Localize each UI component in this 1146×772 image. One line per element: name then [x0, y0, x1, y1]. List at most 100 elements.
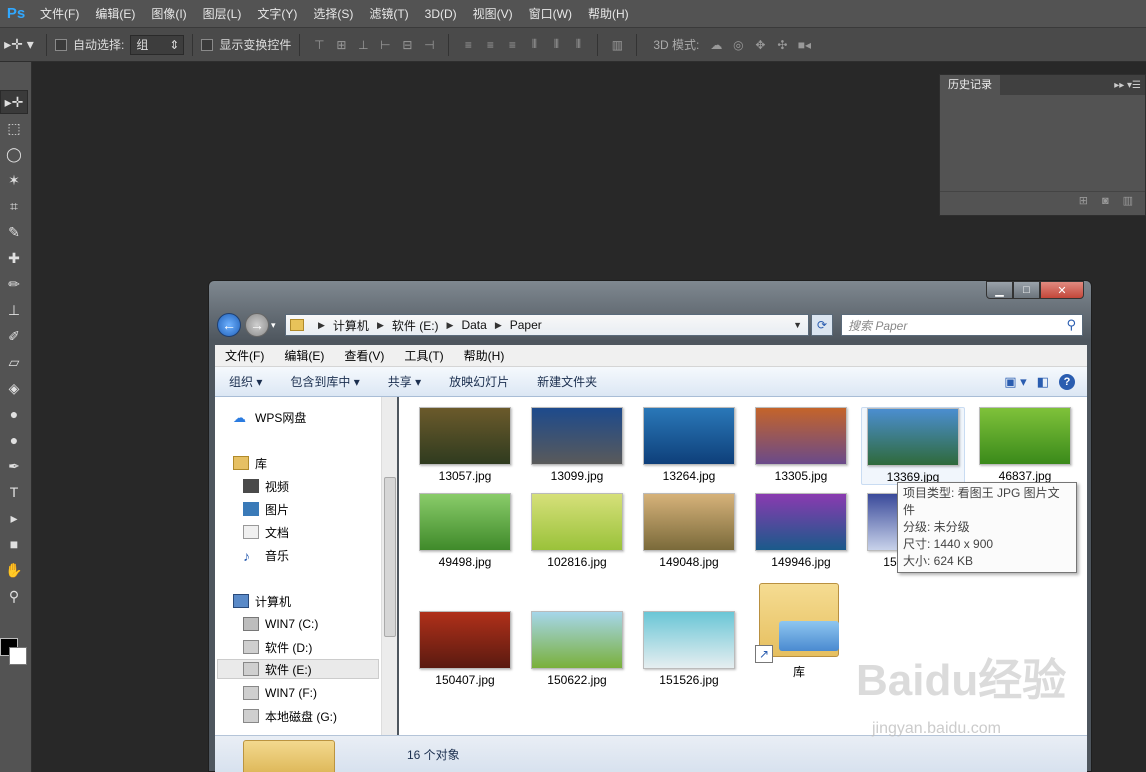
breadcrumb-computer[interactable]: 计算机: [333, 317, 369, 334]
nav-drive-c[interactable]: WIN7 (C:): [243, 614, 318, 634]
nav-documents[interactable]: 文档: [243, 522, 289, 542]
ex-menu-tools[interactable]: 工具(T): [394, 347, 453, 364]
magic-wand-tool-icon[interactable]: ✶: [0, 168, 28, 192]
checkbox-icon[interactable]: [201, 38, 214, 51]
view-options-icon[interactable]: ▣ ▾: [1004, 374, 1026, 390]
marquee-tool-icon[interactable]: ⬚: [0, 116, 28, 140]
refresh-button[interactable]: ⟳: [811, 314, 833, 336]
paint-bucket-tool-icon[interactable]: ◈: [0, 376, 28, 400]
file-item[interactable]: 13369.jpg: [861, 407, 965, 485]
auto-select-checkbox[interactable]: 自动选择:: [55, 36, 124, 53]
minimize-button[interactable]: ▁: [986, 281, 1013, 299]
blur-tool-icon[interactable]: ●: [0, 402, 28, 426]
align-hcenter-icon[interactable]: ⊟: [398, 36, 416, 54]
search-icon[interactable]: ⚲: [1066, 317, 1076, 333]
chevron-right-icon[interactable]: ▶: [377, 320, 384, 331]
library-folder[interactable]: ↗ 库: [747, 577, 851, 680]
hand-tool-icon[interactable]: ✋: [0, 558, 28, 582]
nav-drive-e[interactable]: 软件 (E:): [217, 659, 379, 679]
menu-file[interactable]: 文件(F): [32, 0, 87, 28]
distribute-right-icon[interactable]: ⦀: [569, 36, 587, 54]
scale-3d-icon[interactable]: ■◂: [795, 36, 813, 54]
checkbox-icon[interactable]: [55, 38, 67, 51]
nav-wps[interactable]: ☁ WPS网盘: [233, 407, 306, 427]
nav-video[interactable]: 视频: [243, 476, 289, 496]
drag-3d-icon[interactable]: ✥: [751, 36, 769, 54]
menu-image[interactable]: 图像(I): [143, 0, 194, 28]
camera-icon[interactable]: ◙: [1102, 195, 1109, 207]
recent-pages-dropdown-icon[interactable]: ▾: [271, 320, 281, 331]
eyedropper-tool-icon[interactable]: ✎: [0, 220, 28, 244]
menu-view[interactable]: 视图(V): [465, 0, 521, 28]
slideshow-button[interactable]: 放映幻灯片: [435, 373, 523, 390]
trash-icon[interactable]: ▥: [1123, 194, 1133, 207]
history-brush-tool-icon[interactable]: ✐: [0, 324, 28, 348]
background-color-swatch[interactable]: [9, 647, 27, 665]
nav-drive-d[interactable]: 软件 (D:): [243, 637, 312, 657]
eraser-tool-icon[interactable]: ▱: [0, 350, 28, 374]
distribute-vcenter-icon[interactable]: ≡: [481, 36, 499, 54]
ex-menu-view[interactable]: 查看(V): [334, 347, 394, 364]
nav-drive-g[interactable]: 本地磁盘 (G:): [243, 706, 337, 726]
nav-drive-f[interactable]: WIN7 (F:): [243, 683, 317, 703]
share-button[interactable]: 共享 ▾: [374, 373, 435, 390]
nav-library[interactable]: 库: [233, 453, 267, 473]
forward-button[interactable]: →: [245, 313, 269, 337]
ex-menu-file[interactable]: 文件(F): [215, 347, 274, 364]
distribute-top-icon[interactable]: ≡: [459, 36, 477, 54]
roll-3d-icon[interactable]: ◎: [729, 36, 747, 54]
menu-select[interactable]: 选择(S): [305, 0, 361, 28]
preview-pane-icon[interactable]: ◧: [1037, 374, 1049, 390]
file-item[interactable]: 46837.jpg: [973, 407, 1077, 483]
pen-tool-icon[interactable]: ✒: [0, 454, 28, 478]
new-folder-button[interactable]: 新建文件夹: [523, 373, 611, 390]
rectangle-tool-icon[interactable]: ■: [0, 532, 28, 556]
clone-stamp-tool-icon[interactable]: ⊥: [0, 298, 28, 322]
nav-computer[interactable]: 计算机: [233, 591, 291, 611]
search-input[interactable]: 搜索 Paper ⚲: [841, 314, 1083, 336]
nav-pictures[interactable]: 图片: [243, 499, 289, 519]
type-tool-icon[interactable]: T: [0, 480, 28, 504]
breadcrumb-drive-e[interactable]: 软件 (E:): [392, 317, 439, 334]
brush-tool-icon[interactable]: ✏: [0, 272, 28, 296]
file-item[interactable]: 13057.jpg: [413, 407, 517, 483]
menu-layer[interactable]: 图层(L): [195, 0, 250, 28]
align-right-icon[interactable]: ⊣: [420, 36, 438, 54]
menu-type[interactable]: 文字(Y): [249, 0, 305, 28]
breadcrumb-paper[interactable]: Paper: [510, 318, 542, 332]
file-item[interactable]: 151526.jpg: [637, 611, 741, 687]
auto-align-icon[interactable]: ▥: [608, 36, 626, 54]
align-left-icon[interactable]: ⊢: [376, 36, 394, 54]
menu-window[interactable]: 窗口(W): [521, 0, 580, 28]
maximize-button[interactable]: □: [1013, 281, 1040, 299]
align-top-icon[interactable]: ⊤: [310, 36, 328, 54]
align-bottom-icon[interactable]: ⊥: [354, 36, 372, 54]
move-tool-icon[interactable]: ▸✛: [0, 90, 28, 114]
chevron-right-icon[interactable]: ▶: [318, 320, 325, 331]
ex-menu-help[interactable]: 帮助(H): [454, 347, 515, 364]
zoom-tool-icon[interactable]: ⚲: [0, 584, 28, 608]
address-dropdown-icon[interactable]: ▼: [793, 320, 802, 330]
lasso-tool-icon[interactable]: ◯: [0, 142, 28, 166]
include-in-library-button[interactable]: 包含到库中 ▾: [276, 373, 373, 390]
file-item[interactable]: 13264.jpg: [637, 407, 741, 483]
file-item[interactable]: 102816.jpg: [525, 493, 629, 569]
file-item[interactable]: 150622.jpg: [525, 611, 629, 687]
panel-menu-icon[interactable]: ▸▸ ▾☰: [1114, 80, 1145, 91]
file-item[interactable]: 149048.jpg: [637, 493, 741, 569]
dodge-tool-icon[interactable]: ●: [0, 428, 28, 452]
menu-3d[interactable]: 3D(D): [417, 0, 465, 28]
menu-edit[interactable]: 编辑(E): [87, 0, 143, 28]
healing-brush-tool-icon[interactable]: ✚: [0, 246, 28, 270]
file-item[interactable]: 149946.jpg: [749, 493, 853, 569]
new-document-from-state-icon[interactable]: ⊞: [1079, 194, 1088, 207]
auto-select-dropdown[interactable]: 组 ⇕: [130, 34, 185, 55]
back-button[interactable]: ←: [217, 313, 241, 337]
file-item[interactable]: 13099.jpg: [525, 407, 629, 483]
chevron-right-icon[interactable]: ▶: [495, 320, 502, 331]
ex-menu-edit[interactable]: 编辑(E): [274, 347, 334, 364]
nav-scrollbar[interactable]: [381, 397, 397, 735]
distribute-left-icon[interactable]: ⦀: [525, 36, 543, 54]
show-transform-checkbox[interactable]: 显示变换控件: [201, 36, 291, 53]
slide-3d-icon[interactable]: ✣: [773, 36, 791, 54]
